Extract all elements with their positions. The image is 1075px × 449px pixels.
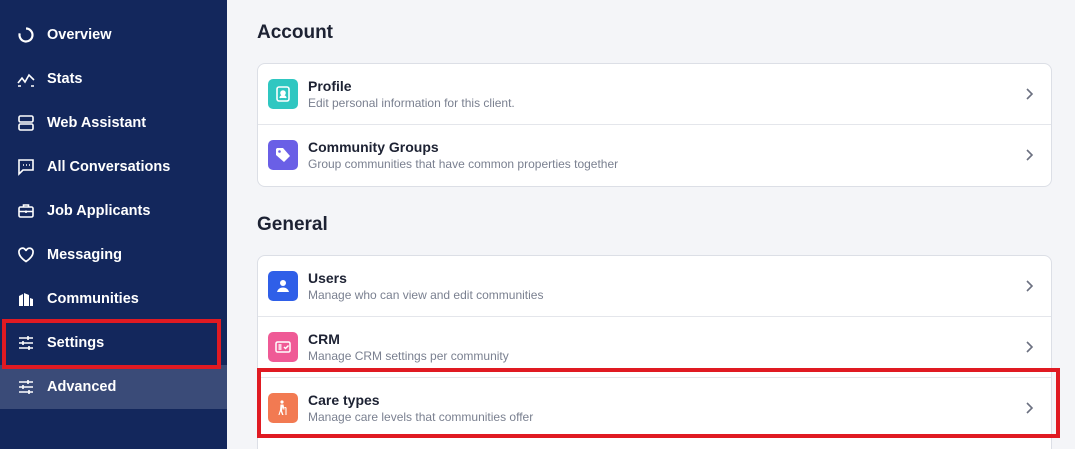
sidebar-item-label: Communities: [47, 291, 139, 307]
sidebar-item-label: Advanced: [47, 379, 117, 395]
row-title: CRM: [308, 331, 340, 347]
settings-row-community-groups[interactable]: Community Groups Group communities that …: [258, 125, 1051, 186]
settings-row-care-types[interactable]: Care types Manage care levels that commu…: [258, 378, 1051, 439]
chevron-right-icon: [1026, 149, 1034, 161]
buildings-icon: [17, 290, 35, 308]
sidebar-item-label: Stats: [47, 71, 83, 87]
user-icon: [268, 271, 298, 301]
row-title: Users: [308, 270, 347, 286]
sidebar-item-label: Overview: [47, 27, 112, 43]
sidebar-item-label: All Conversations: [47, 159, 171, 175]
sidebar-item-label: Job Applicants: [47, 203, 151, 219]
sidebar-item-settings[interactable]: Settings: [0, 321, 227, 365]
settings-row-users[interactable]: Users Manage who can view and edit commu…: [258, 256, 1051, 317]
row-title: Profile: [308, 78, 352, 94]
general-card: Users Manage who can view and edit commu…: [257, 255, 1052, 449]
sidebar-item-job-applicants[interactable]: Job Applicants: [0, 189, 227, 233]
row-title: Community Groups: [308, 139, 439, 155]
row-subtitle: Manage CRM settings per community: [308, 349, 509, 363]
sidebar-item-messaging[interactable]: Messaging: [0, 233, 227, 277]
settings-main: Account Profile Edit personal informatio…: [227, 0, 1075, 449]
row-title: Care types: [308, 392, 380, 408]
sidebar-item-overview[interactable]: Overview: [0, 13, 227, 57]
sidebar-item-label: Settings: [47, 335, 105, 351]
chevron-right-icon: [1026, 280, 1034, 292]
sidebar-item-stats[interactable]: Stats: [0, 57, 227, 101]
web-assistant-icon: [17, 114, 35, 132]
row-subtitle: Manage who can view and edit communities: [308, 288, 544, 302]
sidebar-item-communities[interactable]: Communities: [0, 277, 227, 321]
sidebar-item-web-assistant[interactable]: Web Assistant: [0, 101, 227, 145]
account-card: Profile Edit personal information for th…: [257, 63, 1052, 187]
crm-icon: [268, 332, 298, 362]
conversations-icon: [17, 158, 35, 176]
section-title-general: General: [257, 214, 328, 235]
sidebar: Overview Stats Web Assistant All Convers…: [0, 0, 227, 449]
sidebar-item-advanced[interactable]: Advanced: [0, 365, 227, 409]
settings-row-profile[interactable]: Profile Edit personal information for th…: [258, 64, 1051, 125]
row-subtitle: Group communities that have common prope…: [308, 157, 619, 171]
briefcase-icon: [17, 202, 35, 220]
sidebar-item-label: Web Assistant: [47, 115, 147, 131]
overview-icon: [17, 26, 35, 44]
row-subtitle: Manage care levels that communities offe…: [308, 410, 534, 424]
sliders-icon: [17, 334, 35, 352]
section-title-account: Account: [257, 22, 333, 43]
tag-icon: [268, 140, 298, 170]
stats-icon: [17, 70, 35, 88]
chevron-right-icon: [1026, 88, 1034, 100]
chevron-right-icon: [1026, 341, 1034, 353]
walking-cane-icon: [268, 393, 298, 423]
settings-row-crm[interactable]: CRM Manage CRM settings per community: [258, 317, 1051, 378]
chevron-right-icon: [1026, 402, 1034, 414]
profile-icon: [268, 79, 298, 109]
sidebar-item-all-conversations[interactable]: All Conversations: [0, 145, 227, 189]
heart-icon: [17, 246, 35, 264]
sliders-icon: [17, 378, 35, 396]
sidebar-item-label: Messaging: [47, 247, 122, 263]
row-subtitle: Edit personal information for this clien…: [308, 96, 515, 110]
